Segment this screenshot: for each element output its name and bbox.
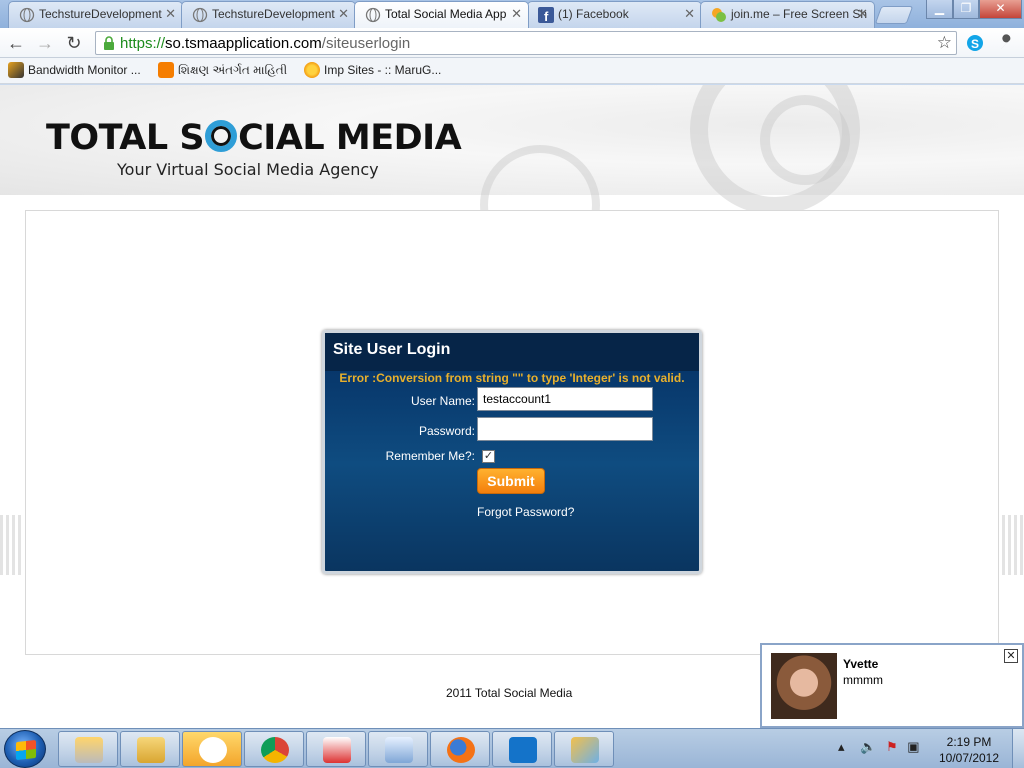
firefox-icon [447, 737, 475, 763]
side-decoration [1002, 515, 1024, 575]
username-input[interactable] [477, 387, 653, 411]
chat-sender-name: Yvette [843, 657, 879, 671]
taskbar-teamviewer[interactable] [492, 731, 552, 767]
remember-me-checkbox[interactable]: ✓ [482, 450, 495, 463]
logo-ring-icon [205, 120, 238, 152]
network-icon[interactable]: ▣ [907, 739, 919, 754]
bookmark-bandwidth-monitor[interactable]: Bandwidth Monitor ... [8, 62, 141, 78]
explorer-icon [137, 737, 165, 763]
skype-icon[interactable]: S [966, 34, 984, 52]
web-page: TOTAL S CIAL MEDIA Your Virtual Social Me… [0, 85, 1024, 728]
joinme-icon [712, 8, 726, 22]
submit-button[interactable]: Submit [477, 468, 545, 494]
globe-icon [19, 7, 35, 23]
globe-icon [365, 7, 381, 23]
header-decoration [760, 95, 850, 185]
windows-logo-icon [16, 739, 36, 761]
chrome-icon [261, 737, 289, 763]
taskbar-wrench-app[interactable] [58, 731, 118, 767]
address-bar[interactable]: https://so.tsmaapplication.com/siteuserl… [95, 31, 957, 55]
footer-copyright: 2011 Total Social Media [446, 686, 573, 700]
chat-message: mmmm [843, 673, 883, 687]
windows-taskbar: ▴ 🔈 ⚑ ▣ 2:19 PM 10/07/2012 [0, 728, 1024, 768]
maximize-button[interactable]: ❐ [953, 0, 979, 19]
username-label: User Name: [410, 394, 475, 408]
system-tray: ▴ 🔈 ⚑ ▣ [838, 739, 920, 755]
bookmarks-bar: Bandwidth Monitor ... શિક્ષણ અંતર્ગત માહ… [0, 58, 1024, 84]
new-tab-button[interactable] [874, 6, 914, 24]
volume-icon[interactable]: 🔈 [860, 739, 876, 754]
side-decoration [0, 515, 22, 575]
globe-icon [192, 7, 208, 23]
lock-icon [104, 36, 114, 50]
tab-joinme[interactable]: join.me – Free Screen Sh ✕ [700, 1, 875, 28]
teamviewer-icon [509, 737, 537, 763]
close-window-button[interactable]: ✕ [979, 0, 1022, 19]
clock-date: 10/07/2012 [938, 751, 1000, 765]
login-panel: Site User Login Error :Conversion from s… [322, 330, 702, 574]
tab-label: Total Social Media App [385, 7, 507, 21]
reload-icon[interactable]: ↻ [62, 32, 86, 54]
taskbar-firefox[interactable] [430, 731, 490, 767]
sun-icon [304, 62, 320, 78]
site-logo[interactable]: TOTAL S CIAL MEDIA [46, 118, 462, 158]
bookmark-star-icon[interactable]: ☆ [937, 33, 952, 53]
close-icon[interactable]: ✕ [1004, 649, 1018, 663]
wrench-icon[interactable] [998, 34, 1016, 52]
url-text: https://so.tsmaapplication.com/siteuserl… [120, 35, 411, 52]
action-center-icon[interactable]: ⚑ [886, 739, 898, 754]
login-title: Site User Login [333, 341, 451, 358]
facebook-icon: f [538, 7, 554, 23]
tab-close-icon[interactable]: ✕ [684, 2, 695, 26]
taskbar-reminder[interactable] [306, 731, 366, 767]
tab-label: TechstureDevelopment [212, 7, 335, 21]
tab-total-social-media[interactable]: Total Social Media App ✕ [354, 1, 529, 28]
remember-me-label: Remember Me?: [385, 449, 475, 463]
show-desktop-button[interactable] [1012, 729, 1024, 768]
taskbar-paint[interactable] [554, 731, 614, 767]
back-icon[interactable]: ← [4, 32, 28, 54]
svg-text:f: f [544, 9, 549, 23]
tab-close-icon[interactable]: ✕ [165, 2, 176, 26]
show-hidden-icons-icon[interactable]: ▴ [838, 739, 845, 754]
error-message: Error :Conversion from string "" to type… [339, 371, 685, 385]
system-clock[interactable]: 2:19 PM 10/07/2012 [934, 734, 1004, 766]
browser-toolbar: ← → ↻ https://so.tsmaapplication.com/sit… [0, 28, 1024, 58]
password-label: Password: [418, 424, 475, 438]
password-input[interactable] [477, 417, 653, 441]
minimize-button[interactable]: ▁ [926, 0, 953, 19]
tab-facebook[interactable]: f (1) Facebook ✕ [527, 1, 702, 28]
tab-close-icon[interactable]: ✕ [338, 2, 349, 26]
site-tagline: Your Virtual Social Media Agency [117, 160, 379, 179]
taskbar-chrome[interactable] [244, 731, 304, 767]
gtalk-icon [199, 737, 227, 763]
site-header: TOTAL S CIAL MEDIA Your Virtual Social Me… [0, 85, 1024, 265]
taskbar-gtalk[interactable] [182, 731, 242, 767]
tiger-icon [8, 62, 24, 78]
wrench-app-icon [75, 737, 103, 763]
bookmark-imp-sites[interactable]: Imp Sites - :: MaruG... [304, 62, 441, 78]
tab-label: (1) Facebook [558, 7, 629, 21]
clock-time: 2:19 PM [946, 735, 992, 749]
tab-close-icon[interactable]: ✕ [857, 2, 868, 26]
tab-label: TechstureDevelopment [39, 7, 162, 21]
start-button[interactable] [4, 730, 46, 768]
forward-icon[interactable]: → [33, 32, 57, 54]
reminder-icon [323, 737, 351, 763]
forgot-password-link[interactable]: Forgot Password? [477, 505, 574, 519]
tab-techsture-1[interactable]: TechstureDevelopment ✕ [8, 1, 183, 28]
blogger-icon [158, 62, 174, 78]
bookmark-gujarati-info[interactable]: શિક્ષણ અંતર્ગત માહિતી [158, 62, 287, 78]
avatar [771, 653, 837, 719]
tab-close-icon[interactable]: ✕ [511, 2, 522, 26]
chat-notification[interactable]: Yvette mmmm ✕ [760, 643, 1024, 728]
tab-label: join.me – Free Screen Sh [731, 7, 868, 21]
tab-techsture-2[interactable]: TechstureDevelopment ✕ [181, 1, 356, 28]
taskbar-explorer[interactable] [120, 731, 180, 767]
paint-icon [571, 737, 599, 763]
browser-tab-strip: TechstureDevelopment ✕ TechstureDevelopm… [0, 0, 1024, 28]
svg-text:S: S [971, 37, 979, 51]
notepad-icon [385, 737, 413, 763]
taskbar-notepad[interactable] [368, 731, 428, 767]
